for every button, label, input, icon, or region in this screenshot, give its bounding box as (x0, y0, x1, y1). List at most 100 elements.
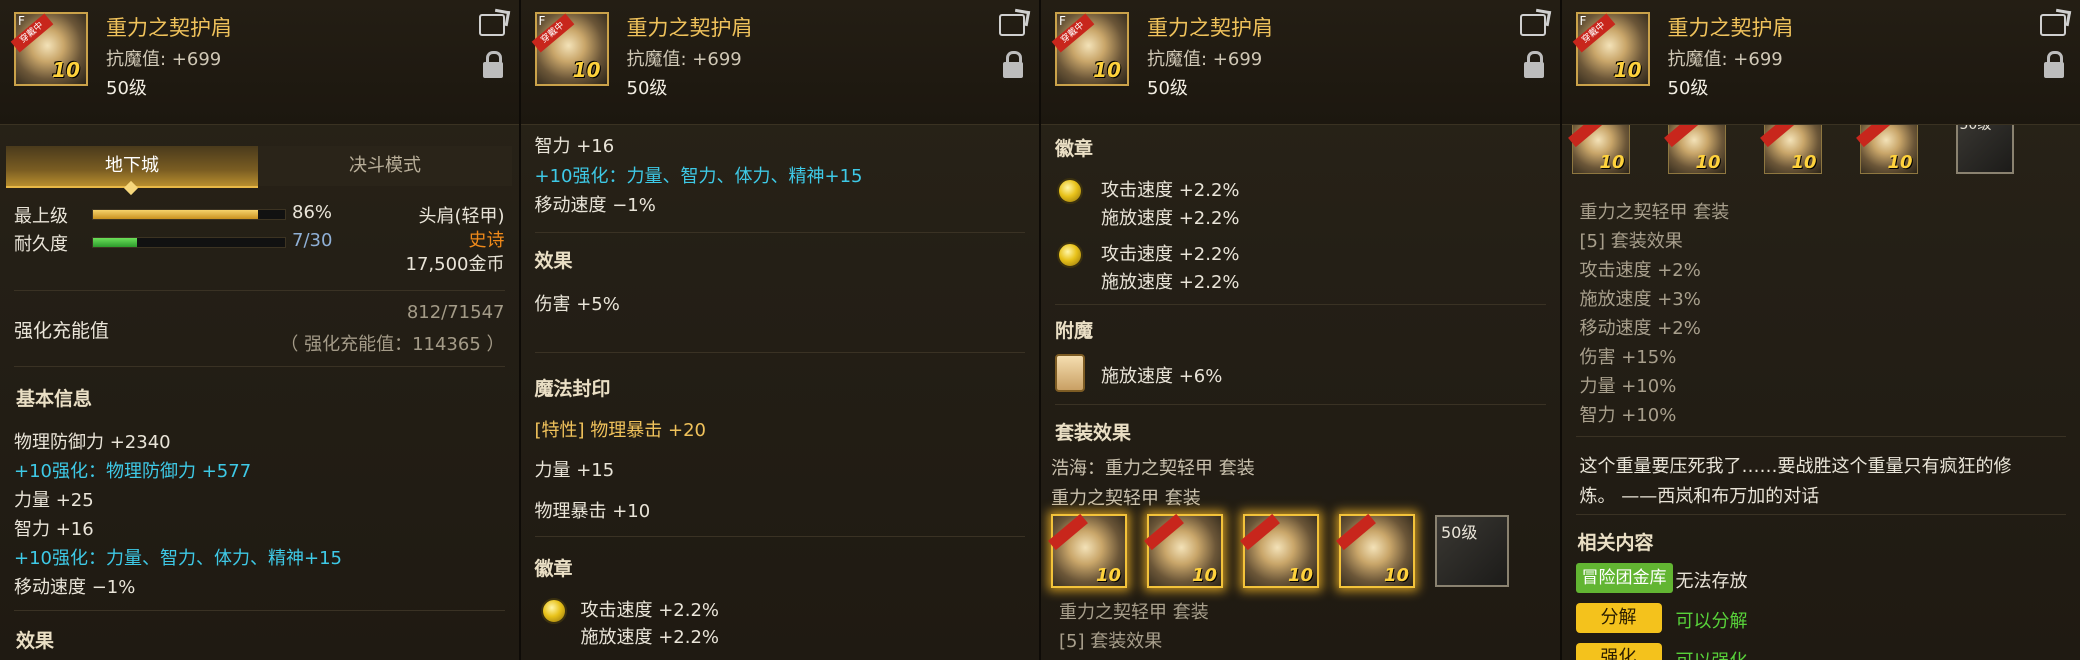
charge-value: 812/71547 (406, 302, 505, 323)
set-item-icon[interactable]: 10 (1048, 513, 1127, 588)
set-name: 重力之契轻甲 套装 (1059, 602, 1209, 623)
tooltip-panel-4: 10 10 10 10 50级 F 穿戴中 10 重力之契护肩 抗魔值: +69… (1561, 0, 2080, 660)
set-stat-line: 移动速度 +2% (1579, 318, 1701, 339)
lock-icon[interactable] (2044, 51, 2064, 78)
item-upgrade-level: 10 (1093, 58, 1121, 82)
share-icon[interactable] (2040, 14, 2066, 36)
divider (1575, 514, 2066, 515)
seal-line: [特性] 物理暴击 +20 (534, 420, 706, 441)
disassemble-text: 可以分解 (1675, 611, 1748, 632)
disassemble-button[interactable]: 分解 (1575, 603, 1662, 633)
emblem-icon (1057, 242, 1083, 268)
tab-dungeon-label: 地下城 (105, 155, 159, 176)
item-upgrade-level: 10 (1613, 58, 1642, 82)
tooltip-panel-2: F 穿戴中 10 重力之契护肩 抗魔值: +699 50级 智力 +16 +10… (520, 0, 1041, 660)
item-corner-label: F (538, 14, 546, 28)
set-bonus: [5] 套装效果 (1579, 231, 1683, 252)
item-upgrade-level: 10 (1599, 152, 1625, 173)
set-stat-line: 力量 +10% (1579, 376, 1677, 397)
set-item-icon[interactable]: 10 (1240, 513, 1319, 588)
flavor-text-line: 这个重量要压死我了……要战胜这个重量只有疯狂的修 (1579, 456, 2012, 477)
item-name: 重力之契护肩 (1667, 16, 1794, 40)
set-title: 套装效果 (1055, 422, 1132, 444)
set-stat-line: 伤害 +15% (1579, 347, 1677, 368)
item-icon: F 穿戴中 10 (10, 12, 88, 86)
set-item-icon[interactable]: 10 (1144, 513, 1223, 588)
stat-line: 智力 +16 (14, 519, 94, 540)
item-upgrade-level: 10 (572, 58, 601, 82)
set-empty-slot[interactable]: 50级 (1435, 515, 1509, 587)
emblem-title: 徽章 (1055, 138, 1094, 160)
item-corner-label: F (1579, 14, 1587, 28)
item-upgrade-level: 10 (1887, 152, 1913, 173)
share-icon[interactable] (999, 14, 1025, 36)
basic-info-title: 基本信息 (16, 388, 93, 410)
stat-line: 移动速度 −1% (534, 195, 656, 216)
stat-line: 智力 +16 (534, 136, 615, 157)
effect-text: 伤害 +5% (534, 294, 620, 315)
item-magic-resist: 抗魔值: +699 (106, 49, 222, 70)
grade-value: 86% (292, 202, 333, 223)
item-header: F 穿戴中 10 重力之契护肩 抗魔值: +699 50级 (1561, 0, 2080, 125)
related-title: 相关内容 (1577, 532, 1654, 554)
durability-bar (92, 237, 286, 248)
item-header: F 穿戴中 10 重力之契护肩 抗魔值: +699 50级 (0, 0, 519, 125)
tooltip-panel-3: F 穿戴中 10 重力之契护肩 抗魔值: +699 50级 徽章 攻击速度 +2… (1041, 0, 1562, 660)
item-upgrade-level: 10 (1287, 565, 1313, 586)
item-icon: F 穿戴中 10 (1572, 12, 1650, 86)
empty-slot-level: 50级 (1441, 523, 1478, 542)
set-stat-line: 智力 +10% (1579, 405, 1677, 426)
charge-total: （ 强化充能值：114365 ） (280, 334, 505, 355)
item-icon: F 穿戴中 10 (531, 12, 609, 86)
item-name: 重力之契护肩 (106, 16, 232, 40)
storage-tag: 冒险团金库 (1575, 563, 1673, 593)
lock-icon[interactable] (482, 51, 503, 78)
set-name: 重力之契轻甲 套装 (1579, 202, 1730, 223)
enhance-text: 可以强化 (1676, 647, 1748, 660)
durability-bar-fill (93, 238, 138, 247)
seal-title: 魔法封印 (534, 378, 611, 400)
stat-line: 物理防御力 +2340 (14, 432, 171, 453)
item-name: 重力之契护肩 (1147, 16, 1273, 40)
charge-label: 强化充能值 (14, 320, 110, 342)
equipped-ribbon (1048, 513, 1088, 551)
durability-label: 耐久度 (14, 234, 68, 255)
tab-pvp[interactable]: 决斗模式 (258, 146, 512, 186)
item-magic-resist: 抗魔值: +699 (1667, 49, 1783, 70)
item-name: 重力之契护肩 (626, 16, 753, 40)
emblem-icon (540, 598, 567, 624)
item-upgrade-level: 10 (1791, 152, 1817, 173)
item-upgrade-level: 10 (1695, 152, 1721, 173)
stat-line: +10强化：力量、智力、体力、精神+15 (534, 166, 863, 187)
seal-line: 物理暴击 +10 (534, 501, 651, 522)
grade-bar (92, 209, 286, 220)
item-upgrade-level: 10 (1191, 565, 1217, 586)
set-item-icon[interactable]: 10 (1336, 513, 1415, 588)
slot-type: 头肩(轻甲) (418, 206, 505, 227)
item-icon: F 穿戴中 10 (1051, 12, 1129, 86)
tab-pvp-label: 决斗模式 (349, 155, 421, 176)
storage-text: 无法存放 (1675, 571, 1748, 592)
enhance-button[interactable]: 强化 (1575, 643, 1662, 660)
divider (1575, 436, 2066, 437)
emblem-title: 徽章 (534, 558, 573, 580)
durability-value: 7/30 (292, 230, 333, 251)
lock-icon[interactable] (1003, 51, 1023, 78)
stat-line: +10强化：物理防御力 +577 (14, 461, 252, 482)
enchant-text: 施放速度 +6% (1101, 366, 1223, 387)
set-stat-line: 攻击速度 +2% (1579, 260, 1701, 281)
emblem-line: 施放速度 +2.2% (1101, 272, 1240, 293)
divider (1055, 304, 1546, 305)
divider (534, 352, 1025, 353)
share-icon[interactable] (1519, 14, 1546, 36)
stat-line: +10强化：力量、智力、体力、精神+15 (14, 548, 342, 569)
share-icon[interactable] (478, 14, 505, 36)
divider (14, 610, 505, 611)
tab-dungeon[interactable]: 地下城 (6, 146, 258, 196)
item-level: 50级 (626, 78, 668, 99)
item-upgrade-level: 10 (1095, 565, 1121, 586)
divider (1055, 404, 1546, 405)
lock-icon[interactable] (1523, 51, 1544, 78)
item-magic-resist: 抗魔值: +699 (626, 49, 742, 70)
effect-title: 效果 (16, 630, 55, 652)
